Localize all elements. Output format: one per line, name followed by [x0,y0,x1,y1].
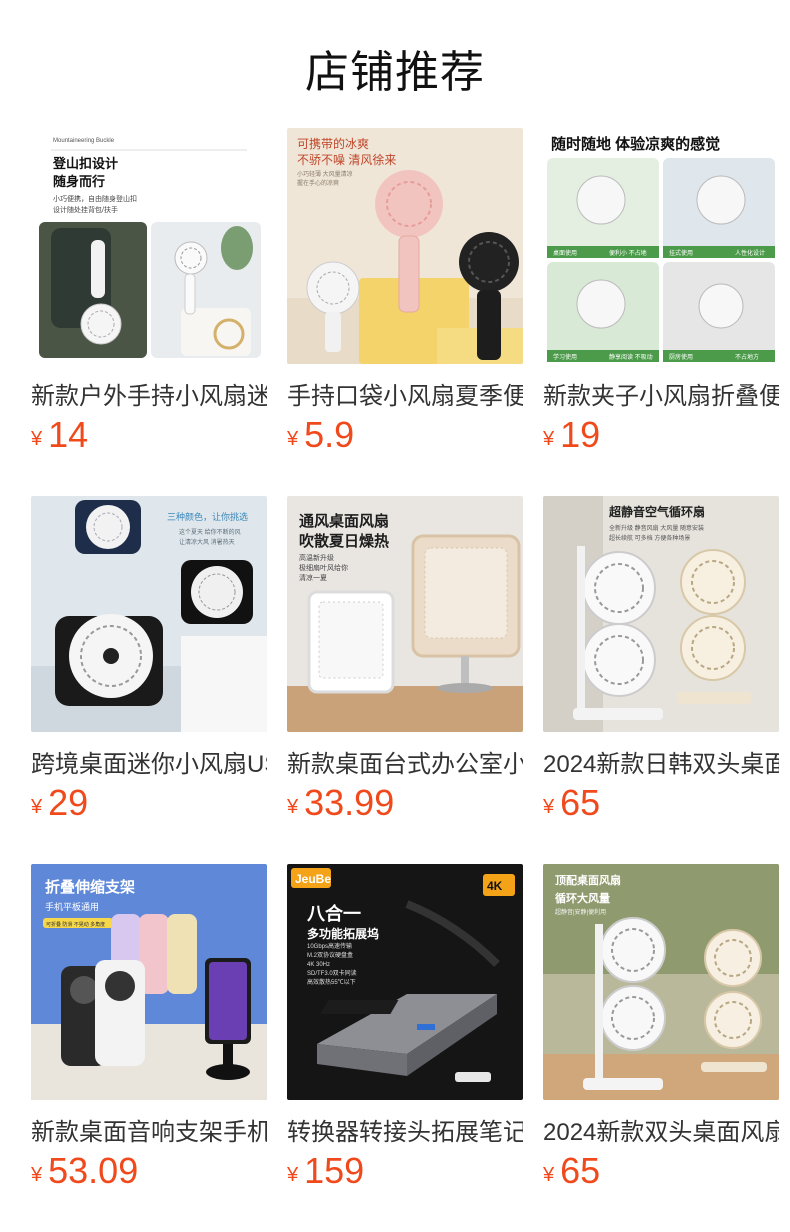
overlay-text: 4K 30Hz [307,962,330,968]
product-image[interactable]: JeuBe 4K 八合一 多功能拓展坞 10Gbps高速传输 M.2双协议硬盘盒… [287,864,523,1100]
product-card[interactable]: 折叠伸缩支架 手机平板通用 可折叠 防滑 不晃动 多角度 新款桌面音响支架手机支… [31,864,267,1194]
overlay-text: 顶配桌面风扇 [555,873,621,887]
overlay-text: Mountaineering Buckle [53,138,115,144]
overlay-text: JeuBe [295,872,331,886]
product-name[interactable]: 跨境桌面迷你小风扇USB [31,744,267,779]
product-card[interactable]: 随时随地 体验凉爽的感觉 桌面使用 便利小 不占地 挂式使用 人性化设计 学习使… [543,128,779,458]
overlay-text: 静享阅读 不吸动 [609,353,653,361]
overlay-text: 登山扣设计 [52,156,118,171]
overlay-text: 不占地方 [735,353,759,361]
product-card[interactable]: JeuBe 4K 八合一 多功能拓展坞 10Gbps高速传输 M.2双协议硬盘盒… [287,864,523,1194]
overlay-text: 握在手心的凉爽 [297,179,339,187]
overlay-text: 循环大风量 [555,891,610,905]
price-value: 14 [48,414,89,455]
product-name[interactable]: 新款夹子小风扇折叠便携 [543,376,779,411]
price-value: 5.9 [304,414,355,455]
product-image[interactable]: 顶配桌面风扇 循环大风量 超静音|安静|便利用 [543,864,779,1100]
product-price: ¥14 [31,414,88,456]
overlay-text: 让清凉大风 消暑热天 [179,538,235,546]
product-price: ¥65 [543,1150,600,1192]
overlay-text: 折叠伸缩支架 [45,878,135,896]
overlay-text: 手机平板通用 [45,901,99,912]
price-value: 19 [560,414,601,455]
product-image[interactable]: 超静音空气循环扇 全新升级 静音风扇 大风量 随意安装 超长续航 可多档 方便各… [543,496,779,732]
price-value: 65 [560,1150,601,1191]
overlay-text: 厨房使用 [669,353,693,361]
price-value: 65 [560,782,601,823]
currency-symbol: ¥ [31,1164,43,1186]
overlay-text: 随身而行 [53,174,105,189]
product-price: ¥5.9 [287,414,354,456]
currency-symbol: ¥ [31,796,43,818]
product-name[interactable]: 新款户外手持小风扇迷你便携USB充电 [31,376,267,411]
overlay-text: 超静音空气循环扇 [608,504,705,519]
product-card[interactable]: 通风桌面风扇 吹散夏日燥热 高温新升级 极细扇叶风给你 清凉一夏 新款桌面台式办… [287,496,523,826]
overlay-text: 不骄不噪 清风徐来 [297,152,396,167]
product-card[interactable]: 超静音空气循环扇 全新升级 静音风扇 大风量 随意安装 超长续航 可多档 方便各… [543,496,779,826]
currency-symbol: ¥ [287,796,299,818]
overlay-text: 可携带的冰爽 [297,136,369,151]
product-image[interactable]: 可携带的冰爽 不骄不噪 清风徐来 小巧轻薄 大风量清凉 握在手心的凉爽 [287,128,523,364]
product-price: ¥53.09 [31,1150,138,1192]
product-name[interactable]: 2024新款双头桌面风扇家用 [543,1112,779,1147]
product-image[interactable]: 三种颜色，让你挑选 这个夏天 给你不断的风 让清凉大风 消暑热天 [31,496,267,732]
product-name[interactable]: 转换器转接头拓展笔记本电脑 [287,1112,523,1147]
overlay-text: 挂式使用 [669,249,693,257]
product-card[interactable]: 三种颜色，让你挑选 这个夏天 给你不断的风 让清凉大风 消暑热天 跨境桌面迷你小… [31,496,267,826]
overlay-text: 多功能拓展坞 [307,926,379,941]
product-name[interactable]: 手持口袋小风扇夏季便携迷你 [287,376,523,411]
overlay-text: 高温新升级 [299,553,334,562]
currency-symbol: ¥ [287,1164,299,1186]
price-value: 33.99 [304,782,395,823]
overlay-text: 这个夏天 给你不断的风 [179,528,241,536]
price-value: 29 [48,782,89,823]
price-value: 53.09 [48,1150,139,1191]
overlay-text: 超长续航 可多档 方便各种场景 [609,534,690,542]
overlay-text: 4K [487,879,503,893]
currency-symbol: ¥ [287,428,299,450]
overlay-text: SD/TF3.0双卡同读 [307,969,357,977]
page-title: 店铺推荐 [305,48,485,97]
price-value: 159 [304,1150,365,1191]
overlay-text: 小巧轻薄 大风量清凉 [297,170,353,178]
overlay-text: 学习使用 [553,353,577,361]
product-price: ¥159 [287,1150,364,1192]
overlay-text: 桌面使用 [553,249,577,257]
product-name[interactable]: 新款桌面音响支架手机支架 [31,1112,267,1147]
overlay-text: 超静音|安静|便利用 [555,908,606,916]
overlay-text: 吹散夏日燥热 [299,532,389,550]
product-name[interactable]: 2024新款日韩双头桌面风扇 [543,744,779,779]
product-price: ¥29 [31,782,88,824]
product-image[interactable]: 随时随地 体验凉爽的感觉 桌面使用 便利小 不占地 挂式使用 人性化设计 学习使… [543,128,779,364]
overlay-text: 可折叠 防滑 不晃动 多角度 [46,921,105,928]
product-name[interactable]: 新款桌面台式办公室小风扇 [287,744,523,779]
overlay-text: 高效散热55℃以下 [307,978,356,986]
product-card[interactable]: 顶配桌面风扇 循环大风量 超静音|安静|便利用 2024新款双头桌面风扇家用 ¥… [543,864,779,1194]
currency-symbol: ¥ [543,428,555,450]
overlay-text: 随时随地 体验凉爽的感觉 [551,135,720,153]
overlay-text: 设计随处挂背包/扶手 [53,205,118,214]
product-image[interactable]: 折叠伸缩支架 手机平板通用 可折叠 防滑 不晃动 多角度 [31,864,267,1100]
currency-symbol: ¥ [543,796,555,818]
overlay-text: 全新升级 静音风扇 大风量 随意安装 [609,524,704,532]
product-price: ¥65 [543,782,600,824]
product-card[interactable]: 可携带的冰爽 不骄不噪 清风徐来 小巧轻薄 大风量清凉 握在手心的凉爽 手持口袋… [287,128,523,458]
product-price: ¥19 [543,414,600,456]
overlay-text: M.2双协议硬盘盒 [307,951,353,959]
currency-symbol: ¥ [31,428,43,450]
product-price: ¥33.99 [287,782,394,824]
overlay-text: 小巧便携，自由随身登山扣 [53,194,137,203]
product-card[interactable]: Mountaineering Buckle 登山扣设计 随身而行 小巧便携，自由… [31,128,267,458]
overlay-text: 便利小 不占地 [609,249,647,257]
overlay-text: 极细扇叶风给你 [299,563,348,572]
overlay-text: 八合一 [307,903,361,924]
overlay-text: 清凉一夏 [299,573,327,582]
product-image[interactable]: 通风桌面风扇 吹散夏日燥热 高温新升级 极细扇叶风给你 清凉一夏 [287,496,523,732]
overlay-text: 10Gbps高速传输 [307,942,352,950]
overlay-text: 人性化设计 [735,249,765,257]
overlay-text: 通风桌面风扇 [299,512,389,530]
product-image[interactable]: Mountaineering Buckle 登山扣设计 随身而行 小巧便携，自由… [31,128,267,364]
currency-symbol: ¥ [543,1164,555,1186]
overlay-text: 三种颜色，让你挑选 [167,511,248,522]
